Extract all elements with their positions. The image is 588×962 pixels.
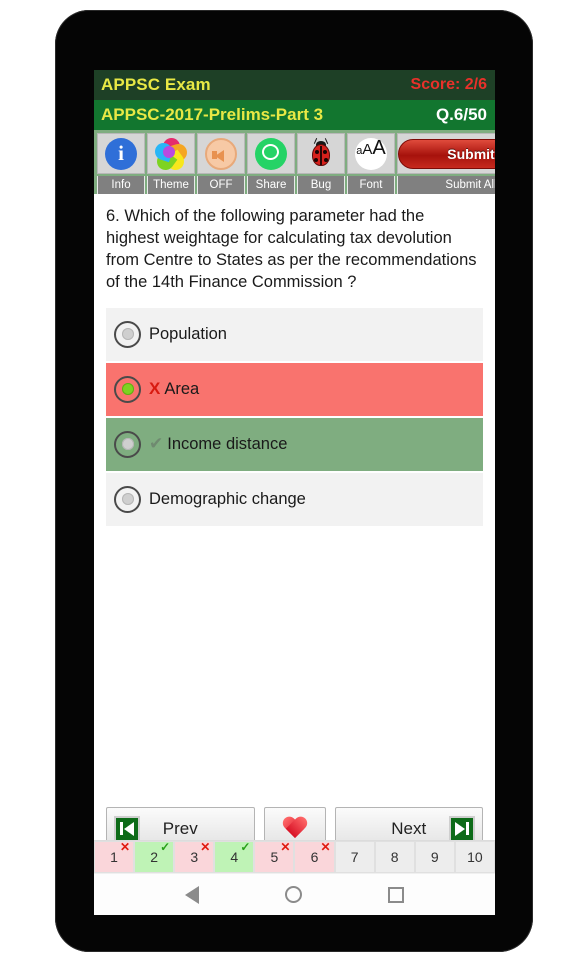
back-icon[interactable]	[185, 885, 199, 904]
info-icon: i	[105, 137, 137, 170]
submit-button[interactable]: Submit	[398, 138, 495, 169]
phone-screen: APPSC Exam Score: 2/6 APPSC-2017-Prelims…	[94, 70, 495, 915]
question-cell-6[interactable]: ✕ 6	[294, 840, 335, 873]
question-cell-9[interactable]: 9	[414, 841, 455, 873]
speaker-icon-tile[interactable]	[197, 133, 245, 174]
toolbar-item-font[interactable]: aAA Font	[347, 133, 395, 194]
toolbar-label-submit-all: Submit All	[397, 176, 495, 194]
toolbar-label-info: Info	[97, 176, 145, 194]
whatsapp-share-icon	[255, 137, 287, 170]
question-cell-4[interactable]: ✓ 4	[214, 840, 255, 873]
question-text: 6. Which of the following parameter had …	[106, 207, 477, 291]
option-row-1[interactable]: Population	[106, 307, 483, 361]
cell-number-4: 4	[230, 849, 239, 865]
toolbar-label-font: Font	[347, 176, 395, 194]
option-label-1: Population	[149, 324, 227, 343]
cell-number-8: 8	[390, 849, 399, 865]
question-number-strip: ✕ 1 ✓ 2 ✕ 3 ✓ 4 ✕ 5 ✕ 6 7 8 9 10	[94, 840, 495, 873]
option-radio-3[interactable]	[114, 430, 141, 458]
option-radio-2[interactable]	[114, 375, 141, 403]
share-icon-tile[interactable]	[247, 133, 295, 174]
skip-previous-icon	[114, 815, 140, 842]
options-list: Population X Area ✔ Income distance Demo…	[106, 307, 483, 526]
cell-number-7: 7	[350, 849, 359, 865]
cell-badge-2: ✓	[160, 840, 171, 854]
question-cell-3[interactable]: ✕ 3	[174, 840, 215, 873]
question-counter: Q.6/50	[435, 105, 487, 124]
cell-badge-4: ✓	[240, 840, 251, 854]
cell-number-10: 10	[467, 849, 483, 865]
bug-icon-tile[interactable]	[297, 133, 345, 174]
toolbar-item-share[interactable]: Share	[247, 133, 295, 194]
speaker-icon	[205, 137, 237, 170]
toolbar-label-theme: Theme	[147, 176, 195, 194]
font-size-icon: aAA	[355, 137, 387, 170]
option-label-3: Income distance	[167, 434, 288, 453]
cell-number-5: 5	[270, 849, 279, 865]
font-icon-tile[interactable]: aAA	[347, 133, 395, 174]
paper-title: APPSC-2017-Prelims-Part 3	[101, 105, 324, 124]
ladybug-icon	[306, 137, 336, 169]
submit-icon-tile[interactable]: Submit	[397, 133, 495, 174]
cell-number-6: 6	[310, 849, 319, 865]
toolbar-item-sound[interactable]: OFF	[197, 133, 245, 194]
app-title: APPSC Exam	[101, 75, 211, 94]
correct-mark-icon: ✔	[149, 434, 164, 454]
cell-number-3: 3	[190, 849, 199, 865]
theme-palette-icon	[152, 137, 190, 173]
cell-badge-5: ✕	[280, 840, 291, 854]
option-row-2[interactable]: X Area	[106, 362, 483, 416]
toolbar-item-theme[interactable]: Theme	[147, 133, 195, 194]
cell-number-1: 1	[110, 849, 118, 865]
question-cell-1[interactable]: ✕ 1	[94, 840, 135, 873]
option-row-3[interactable]: ✔ Income distance	[106, 417, 483, 471]
toolbar-item-info[interactable]: i Info	[97, 133, 145, 194]
cell-badge-6: ✕	[320, 840, 331, 854]
prev-button-label: Prev	[162, 818, 198, 838]
question-cell-2[interactable]: ✓ 2	[134, 840, 175, 873]
toolbar-label-sound: OFF	[197, 176, 245, 194]
toolbar-label-share: Share	[247, 176, 295, 194]
home-icon[interactable]	[285, 886, 302, 903]
toolbar: i Info Theme OFF Share Bug a A A Font Su…	[94, 130, 495, 194]
option-label-2: Area	[164, 379, 200, 398]
screenshot-stage: APPSC Exam Score: 2/6 APPSC-2017-Prelims…	[0, 0, 588, 962]
next-button-label: Next	[391, 818, 427, 838]
theme-icon-tile[interactable]	[147, 133, 195, 174]
exam-subheader-bar: APPSC-2017-Prelims-Part 3 Q.6/50	[94, 100, 495, 130]
phone-device-frame: APPSC Exam Score: 2/6 APPSC-2017-Prelims…	[55, 10, 533, 952]
toolbar-label-bug: Bug	[297, 176, 345, 194]
option-radio-1[interactable]	[114, 320, 141, 348]
question-cell-8[interactable]: 8	[374, 841, 415, 873]
heart-icon	[282, 817, 308, 841]
option-radio-4[interactable]	[114, 485, 141, 513]
android-system-nav	[94, 873, 495, 915]
question-cell-7[interactable]: 7	[334, 841, 375, 873]
cell-number-2: 2	[150, 849, 159, 865]
skip-next-icon	[449, 815, 475, 842]
option-label-4: Demographic change	[149, 489, 306, 508]
toolbar-item-submit-all[interactable]: Submit Submit All	[397, 133, 495, 194]
wrong-mark-icon: X	[149, 379, 161, 399]
question-cell-10[interactable]: 10	[454, 841, 495, 873]
cell-number-9: 9	[430, 849, 439, 865]
recent-apps-icon[interactable]	[388, 886, 404, 903]
score-label: Score: 2/6	[410, 76, 487, 93]
info-icon-tile[interactable]: i	[97, 133, 145, 174]
question-cell-5[interactable]: ✕ 5	[254, 840, 295, 873]
cell-badge-3: ✕	[200, 840, 211, 854]
app-header-bar: APPSC Exam Score: 2/6	[94, 70, 495, 100]
option-row-4[interactable]: Demographic change	[106, 472, 483, 526]
cell-badge-1: ✕	[120, 840, 131, 854]
toolbar-item-bug[interactable]: Bug	[297, 133, 345, 194]
